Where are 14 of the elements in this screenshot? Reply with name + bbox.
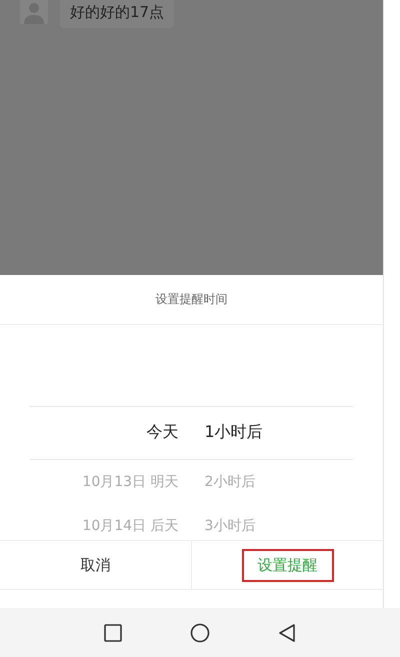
confirm-button[interactable]: 设置提醒 xyxy=(242,548,334,582)
picker-offset[interactable]: 2小时后 xyxy=(204,472,353,491)
cancel-button[interactable]: 取消 xyxy=(64,548,126,582)
picker-offset[interactable]: 1小时后 xyxy=(204,422,353,444)
picker-date[interactable]: 10月13日 明天 xyxy=(30,472,178,491)
time-picker[interactable]: 今天 1小时后 10月13日 明天 2小时后 10月14日 后天 3小时后 xyxy=(0,406,383,540)
picker-offset[interactable]: 3小时后 xyxy=(204,516,353,535)
message-bubble: 好的好的17点 xyxy=(60,0,174,28)
picker-date[interactable]: 10月14日 后天 xyxy=(30,516,178,535)
picker-date[interactable]: 今天 xyxy=(30,422,178,444)
back-icon[interactable] xyxy=(276,622,297,642)
square-icon[interactable] xyxy=(103,622,124,642)
sheet-title: 设置提醒时间 xyxy=(156,290,228,308)
home-icon[interactable] xyxy=(190,622,210,642)
